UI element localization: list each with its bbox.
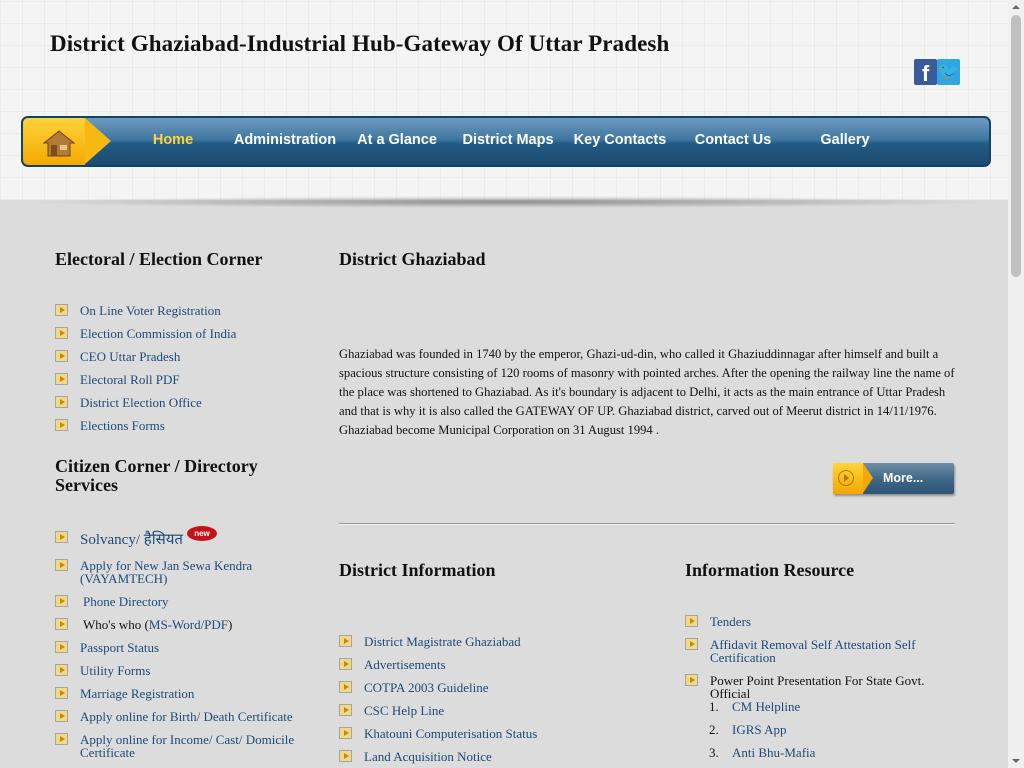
scroll-up-arrow-icon[interactable] <box>1008 0 1024 14</box>
nav-shadow <box>20 196 996 208</box>
play-arrow-icon <box>833 463 873 494</box>
arrow-bullet-icon <box>55 373 68 385</box>
section-divider <box>339 523 955 525</box>
scroll-down-arrow-icon[interactable] <box>1008 754 1024 768</box>
arrow-bullet-icon <box>685 615 698 627</box>
nav-administration[interactable]: Administration <box>226 118 344 165</box>
arrow-bullet-icon <box>55 641 68 653</box>
nav-district-maps[interactable]: District Maps <box>460 118 556 165</box>
arrow-bullet-icon <box>339 704 352 716</box>
main-navigation: Home Administration At a Glance District… <box>21 116 991 167</box>
arrow-bullet-icon <box>685 638 698 650</box>
arrow-bullet-icon <box>339 750 352 762</box>
vertical-scrollbar[interactable] <box>1008 0 1024 768</box>
new-badge: new <box>186 526 217 541</box>
citizen-heading: Citizen Corner / Directory Services <box>55 456 258 495</box>
arrow-bullet-icon <box>55 664 68 676</box>
nav-contact-us[interactable]: Contact Us <box>688 118 778 165</box>
district-info-heading: District Information <box>339 560 496 580</box>
arrow-bullet-icon <box>339 681 352 693</box>
home-tile[interactable] <box>23 118 85 165</box>
solvancy-link[interactable]: Solvancy/ हैसियत <box>80 532 183 548</box>
home-icon[interactable] <box>43 129 75 157</box>
nav-at-a-glance[interactable]: At a Glance <box>353 118 441 165</box>
arrow-bullet-icon <box>55 396 68 408</box>
arrow-bullet-icon <box>55 419 68 431</box>
arrow-bullet-icon <box>55 327 68 339</box>
site-header: District Ghaziabad-Industrial Hub-Gatewa… <box>0 0 1008 200</box>
arrow-bullet-icon <box>339 635 352 647</box>
nav-key-contacts[interactable]: Key Contacts <box>571 118 669 165</box>
scrollbar-thumb[interactable] <box>1011 15 1021 277</box>
arrow-bullet-icon <box>55 304 68 316</box>
arrow-bullet-icon <box>55 531 68 543</box>
facebook-icon[interactable]: f <box>914 59 937 86</box>
electoral-heading: Electoral / Election Corner <box>55 249 263 269</box>
arrow-bullet-icon <box>55 710 68 722</box>
info-resource-heading: Information Resource <box>685 560 855 580</box>
more-button[interactable]: More... <box>833 463 954 494</box>
arrow-bullet-icon <box>55 618 68 630</box>
nav-gallery[interactable]: Gallery <box>813 118 877 165</box>
arrow-bullet-icon <box>339 727 352 739</box>
twitter-icon[interactable]: 🐦 <box>937 59 960 85</box>
arrow-bullet-icon <box>55 733 68 745</box>
arrow-bullet-icon <box>55 595 68 607</box>
arrow-bullet-icon <box>55 350 68 362</box>
district-intro-text: Ghaziabad was founded in 1740 by the emp… <box>339 347 955 437</box>
arrow-bullet-icon <box>55 687 68 699</box>
more-button-label: More... <box>883 471 924 485</box>
arrow-bullet-icon <box>55 559 68 571</box>
home-tile-arrow <box>85 118 111 164</box>
arrow-bullet-icon <box>339 658 352 670</box>
site-title: District Ghaziabad-Industrial Hub-Gatewa… <box>50 31 670 56</box>
nav-home[interactable]: Home <box>143 118 203 165</box>
arrow-bullet-icon <box>685 674 698 686</box>
district-heading: District Ghaziabad <box>339 249 486 269</box>
